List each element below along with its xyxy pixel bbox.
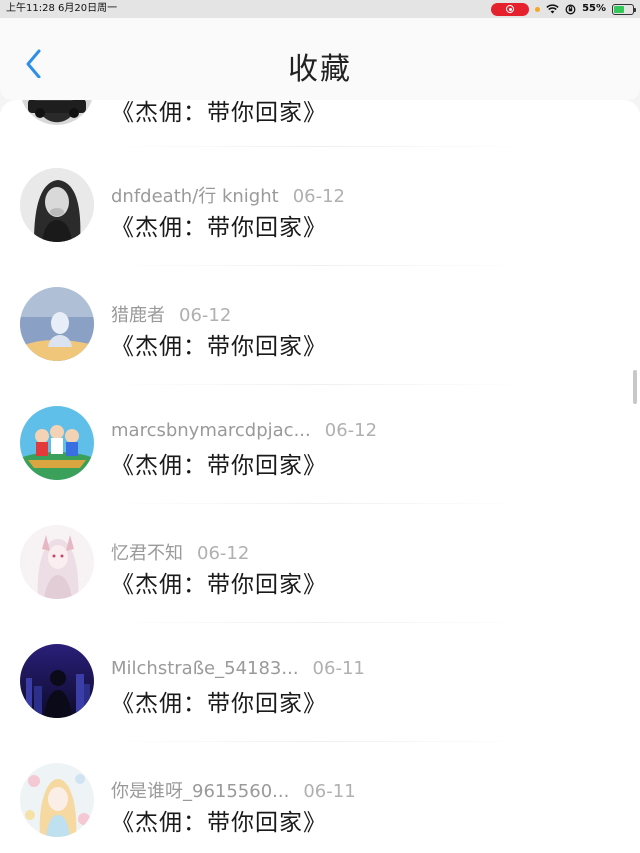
- avatar: [20, 763, 94, 837]
- avatar: [20, 525, 94, 599]
- status-time-date: 上午11:28 6月20日周一: [6, 3, 118, 14]
- list-item[interactable]: marcsbnymarcdpjac... 06-12 《杰佣：带你回家》: [0, 386, 640, 504]
- orientation-lock-icon: [565, 4, 576, 14]
- username[interactable]: 猎鹿者: [111, 305, 165, 326]
- battery-icon: [612, 3, 636, 15]
- list-item-partial[interactable]: 《杰佣：带你回家》: [0, 100, 640, 147]
- username[interactable]: marcsbnymarcdpjac...: [111, 420, 311, 441]
- divider: [110, 503, 530, 504]
- record-icon: [506, 5, 515, 13]
- item-content: 《杰佣：带你回家》: [111, 100, 327, 126]
- battery-percent: 55%: [582, 3, 606, 14]
- avatar: [20, 644, 94, 718]
- divider: [110, 384, 530, 385]
- divider: [110, 741, 530, 742]
- avatar: [20, 168, 94, 242]
- item-date: 06-11: [303, 781, 356, 802]
- username[interactable]: 忆君不知: [111, 543, 183, 564]
- item-meta: 你是谁呀_9615560... 06-11: [111, 777, 356, 803]
- item-date: 06-12: [197, 543, 250, 564]
- item-meta: Milchstraße_54183... 06-11: [111, 658, 365, 679]
- list-item[interactable]: dnfdeath/行 knight 06-12 《杰佣：带你回家》: [0, 148, 640, 266]
- battery-fill: [614, 5, 624, 13]
- list-item[interactable]: 猎鹿者 06-12 《杰佣：带你回家》: [0, 267, 640, 385]
- favorites-list[interactable]: 《杰佣：带你回家》 dnfdeath/行 knight 06-12 《杰佣：带你回…: [0, 100, 640, 853]
- item-date: 06-12: [292, 186, 345, 207]
- item-meta: 猎鹿者 06-12: [111, 301, 231, 327]
- avatar: [20, 100, 94, 125]
- username[interactable]: dnfdeath/行 knight: [111, 186, 279, 207]
- item-date: 06-12: [324, 420, 378, 441]
- page-title: 收藏: [288, 52, 352, 87]
- screen-record-indicator: [491, 2, 530, 16]
- item-content: 《杰佣：带你回家》: [111, 453, 327, 479]
- list-item[interactable]: 你是谁呀_9615560... 06-11 《杰佣：带你回家》: [0, 743, 640, 853]
- item-content: 《杰佣：带你回家》: [111, 572, 327, 598]
- divider: [110, 265, 530, 266]
- item-date: 06-11: [312, 658, 365, 679]
- item-date: 06-12: [179, 305, 232, 326]
- list-item[interactable]: 忆君不知 06-12 《杰佣：带你回家》: [0, 505, 640, 623]
- privacy-dot-icon: [535, 6, 541, 12]
- username[interactable]: 你是谁呀_9615560...: [111, 781, 289, 802]
- username[interactable]: Milchstraße_54183...: [111, 658, 299, 679]
- item-meta: 忆君不知 06-12: [111, 539, 249, 565]
- item-content: 《杰佣：带你回家》: [111, 691, 327, 717]
- divider: [110, 622, 530, 623]
- avatar: [20, 287, 94, 361]
- status-indicators: 55%: [491, 0, 636, 18]
- nav-header: 收藏: [0, 18, 640, 100]
- list-item[interactable]: Milchstraße_54183... 06-11 《杰佣：带你回家》: [0, 624, 640, 742]
- status-bar: 上午11:28 6月20日周一 55%: [0, 0, 640, 18]
- item-meta: dnfdeath/行 knight 06-12: [111, 182, 345, 208]
- item-content: 《杰佣：带你回家》: [111, 215, 327, 241]
- avatar: [20, 406, 94, 480]
- wifi-icon: [546, 4, 559, 14]
- divider: [110, 146, 530, 147]
- item-meta: marcsbnymarcdpjac... 06-12: [111, 420, 377, 441]
- item-content: 《杰佣：带你回家》: [111, 334, 327, 360]
- scrollbar[interactable]: [633, 370, 637, 404]
- item-content: 《杰佣：带你回家》: [111, 810, 327, 836]
